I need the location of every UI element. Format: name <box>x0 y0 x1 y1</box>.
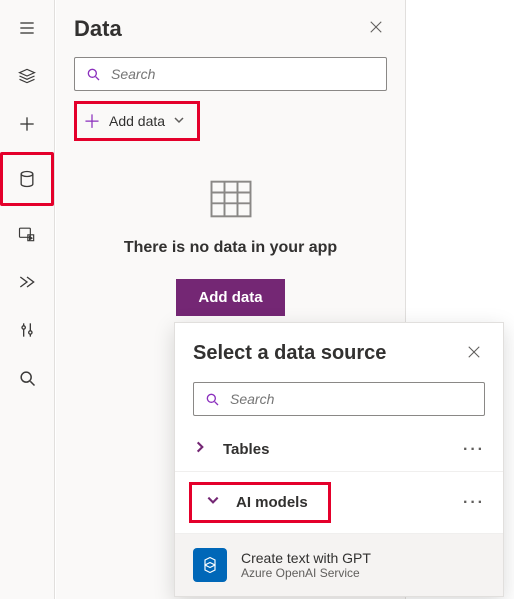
panel-title: Data <box>74 16 122 42</box>
add-data-dropdown[interactable]: ＋ Add data <box>74 101 200 141</box>
chevron-down-icon <box>206 493 220 512</box>
data-source-item-gpt[interactable]: Create text with GPT Azure OpenAI Servic… <box>175 534 503 596</box>
search-rail-icon[interactable] <box>7 358 47 398</box>
hamburger-icon[interactable] <box>7 8 47 48</box>
popup-search-box[interactable] <box>193 382 485 416</box>
chevron-down-icon <box>173 113 185 129</box>
insert-icon[interactable] <box>7 104 47 144</box>
category-label: AI models <box>236 494 308 511</box>
media-icon[interactable] <box>7 214 47 254</box>
search-icon <box>204 391 220 407</box>
openai-icon <box>193 548 227 582</box>
search-icon <box>85 66 101 82</box>
close-popup-button[interactable] <box>463 339 485 368</box>
data-search-box[interactable] <box>74 57 387 91</box>
power-automate-icon[interactable] <box>7 262 47 302</box>
search-input[interactable] <box>111 66 376 82</box>
data-nav-highlight <box>0 152 54 206</box>
empty-message: There is no data in your app <box>94 239 367 257</box>
data-icon[interactable] <box>7 159 47 199</box>
item-title: Create text with GPT <box>241 550 371 566</box>
left-nav-rail <box>0 0 55 599</box>
close-panel-button[interactable] <box>365 14 387 43</box>
empty-state: There is no data in your app Add data <box>74 173 387 316</box>
add-data-button[interactable]: Add data <box>176 279 284 316</box>
chevron-right-icon <box>193 440 207 459</box>
category-tables[interactable]: Tables ··· <box>175 428 503 472</box>
add-data-label: Add data <box>109 113 165 129</box>
popup-search-input[interactable] <box>230 391 474 407</box>
popup-title: Select a data source <box>193 342 386 365</box>
table-placeholder-icon <box>205 173 257 225</box>
item-subtitle: Azure OpenAI Service <box>241 566 371 580</box>
tree-view-icon[interactable] <box>7 56 47 96</box>
more-options-tables[interactable]: ··· <box>463 441 485 459</box>
plus-icon: ＋ <box>83 108 101 134</box>
category-label: Tables <box>223 441 269 458</box>
category-ai-models[interactable]: AI models <box>189 482 331 523</box>
select-data-source-popup: Select a data source Tables ··· AI model… <box>174 322 504 597</box>
more-options-ai[interactable]: ··· <box>463 494 485 512</box>
advanced-tools-icon[interactable] <box>7 310 47 350</box>
